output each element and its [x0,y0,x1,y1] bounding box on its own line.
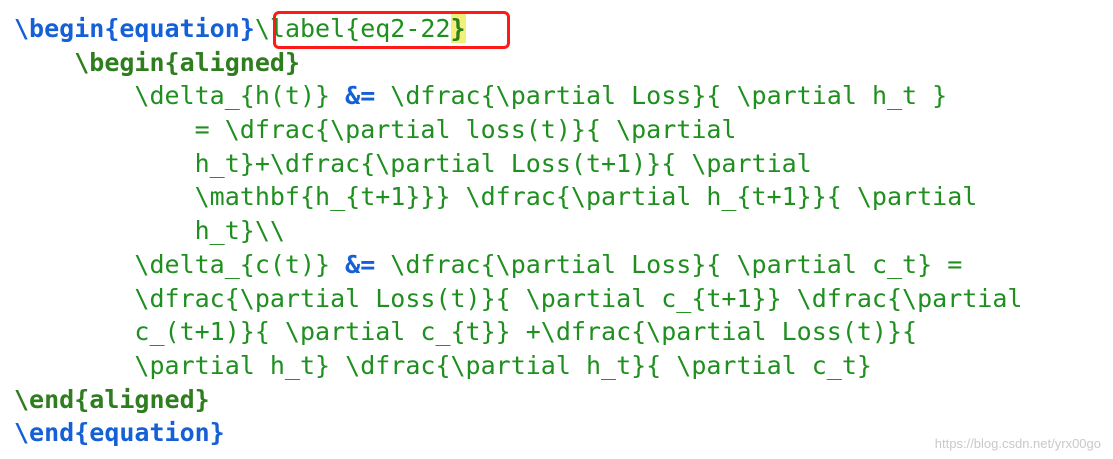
code-line: \mathbf{h_{t+1}}} \dfrac{\partial h_{t+1… [14,180,1022,214]
code-line: \end{equation} [14,416,1022,450]
code-line: \dfrac{\partial Loss(t)}{ \partial c_{t+… [14,282,1022,316]
code-token: = \dfrac{\partial loss(t)}{ \partial [194,115,737,145]
code-token: {equation} [74,418,225,448]
code-token: label{eq2-22 [269,14,451,43]
code-line: c_(t+1)}{ \partial c_{t}} +\dfrac{\parti… [14,315,1022,349]
latex-source-code: \begin{equation}\label{eq2-22} \begin{al… [14,12,1022,450]
code-line: h_t}\\ [14,214,1022,248]
code-line: = \dfrac{\partial loss(t)}{ \partial [14,113,1022,147]
code-line: \partial h_t} \dfrac{\partial h_t}{ \par… [14,349,1022,383]
code-line: h_t}+\dfrac{\partial Loss(t+1)}{ \partia… [14,147,1022,181]
code-token: \end [14,384,75,414]
code-token: \delta_{h(t)} [134,81,346,111]
code-token: \begin [74,47,165,77]
code-token: h_t}\\ [194,216,285,246]
code-token: h_t}+\dfrac{\partial Loss(t+1)}{ \partia… [194,148,812,178]
watermark: https://blog.csdn.net/yrx00go [934,436,1101,451]
code-token: \partial h_t} \dfrac{\partial h_t}{ \par… [134,350,872,380]
code-line: \delta_{c(t)} &= \dfrac{\partial Loss}{ … [14,248,1022,282]
code-token: \mathbf{h_{t+1}}} \dfrac{\partial h_{t+1… [194,182,978,212]
code-line: \begin{aligned} [14,46,1022,80]
code-token: \dfrac{\partial Loss}{ \partial c_t} = [375,249,963,279]
code-token: \end [14,418,75,448]
code-token: \dfrac{\partial Loss(t)}{ \partial c_{t+… [134,283,1023,313]
code-token: {aligned} [74,384,210,414]
code-token: &= [345,81,376,111]
code-token: } [450,14,466,43]
code-token: &= [345,249,376,279]
code-line: \begin{equation}\label{eq2-22} [14,12,1022,46]
code-line: \end{aligned} [14,383,1022,417]
code-token: \begin [14,14,105,43]
code-token: c_(t+1)}{ \partial c_{t}} +\dfrac{\parti… [134,317,918,347]
code-token: {aligned} [164,47,300,77]
code-token: \delta_{c(t)} [134,249,346,279]
code-token: {equation} [104,14,255,43]
code-line: \delta_{h(t)} &= \dfrac{\partial Loss}{ … [14,79,1022,113]
code-token: \dfrac{\partial Loss}{ \partial h_t } [375,81,948,111]
code-token: \ [254,14,270,43]
code-editor: \begin{equation}\label{eq2-22} \begin{al… [0,0,1113,459]
